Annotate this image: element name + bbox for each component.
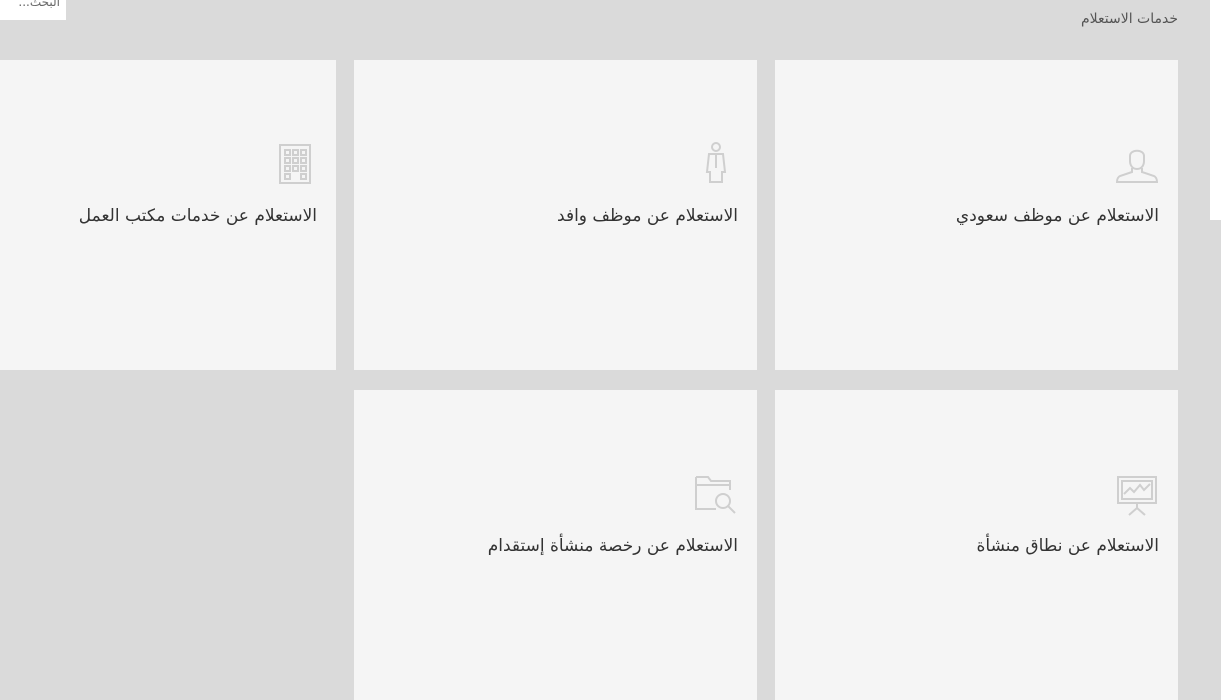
presentation-chart-icon	[1115, 472, 1159, 516]
card-label: الاستعلام عن خدمات مكتب العمل	[78, 206, 317, 226]
card-labor-office-inquiry[interactable]: الاستعلام عن خدمات مكتب العمل	[0, 60, 336, 370]
user-icon	[1115, 142, 1159, 186]
section-title: خدمات الاستعلام	[1080, 11, 1178, 27]
card-label: الاستعلام عن رخصة منشأة إستقدام	[487, 536, 738, 556]
card-label: الاستعلام عن نطاق منشأة	[976, 536, 1160, 556]
card-recruitment-license-inquiry[interactable]: الاستعلام عن رخصة منشأة إستقدام	[354, 390, 757, 700]
card-label: الاستعلام عن موظف سعودي	[955, 206, 1159, 226]
card-expat-employee-inquiry[interactable]: الاستعلام عن موظف وافد	[354, 60, 757, 370]
card-label: الاستعلام عن موظف وافد	[557, 206, 738, 226]
search-input[interactable]	[0, 0, 64, 11]
card-saudi-employee-inquiry[interactable]: الاستعلام عن موظف سعودي	[775, 60, 1178, 370]
card-establishment-range-inquiry[interactable]: الاستعلام عن نطاق منشأة	[775, 390, 1178, 700]
search-box[interactable]	[0, 0, 66, 20]
worker-icon	[694, 142, 738, 186]
building-icon	[273, 142, 317, 186]
side-panel-edge	[1210, 0, 1221, 220]
page: خدمات الاستعلام الاستعلام عن موظف سعودي …	[0, 0, 1221, 700]
folder-search-icon	[694, 472, 738, 516]
